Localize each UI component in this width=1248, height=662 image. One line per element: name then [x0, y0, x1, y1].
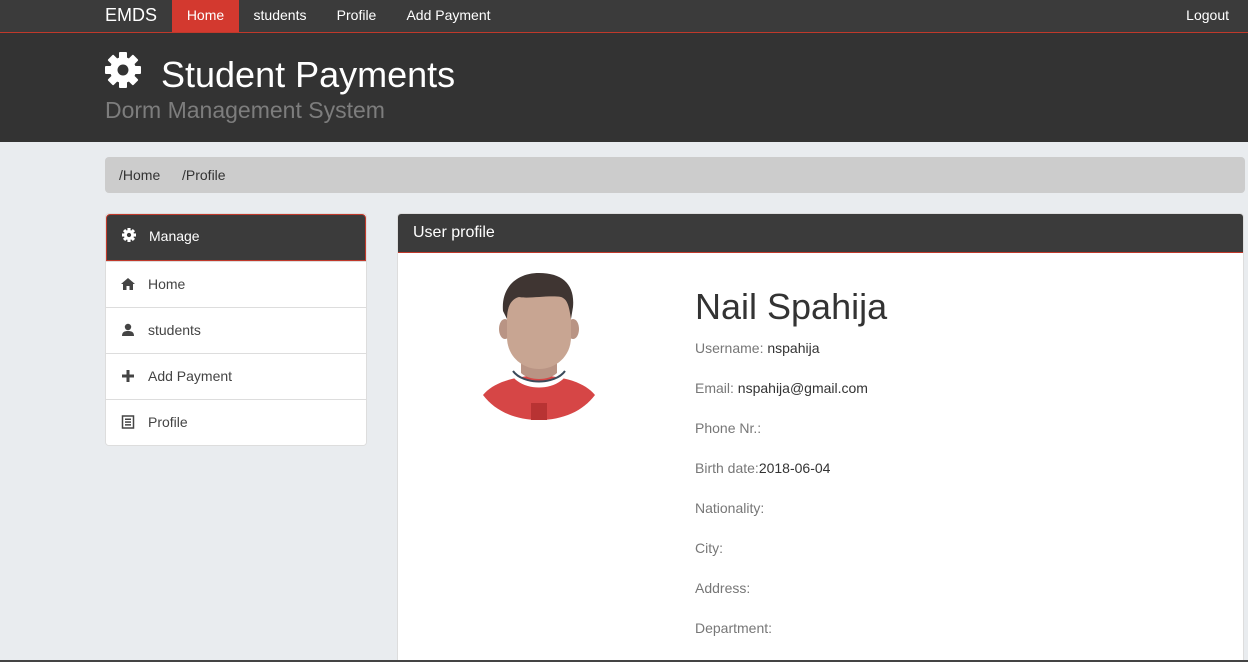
- field-label: City:: [695, 540, 723, 556]
- sidebar-item-students[interactable]: students: [106, 307, 366, 353]
- field-label: Department:: [695, 620, 773, 636]
- field-nationality: Nationality:: [695, 499, 764, 517]
- field-value: 2018-06-04: [758, 460, 831, 476]
- page-subtitle: Dorm Management System: [105, 97, 385, 123]
- sidebar-item-label: students: [148, 322, 201, 338]
- sidebar-item-home[interactable]: Home: [106, 261, 366, 307]
- nav-students[interactable]: students: [239, 0, 321, 32]
- field-address: Address:: [695, 579, 750, 597]
- field-value: nspahija: [767, 340, 820, 356]
- sidebar-item-label: Add Payment: [148, 368, 233, 384]
- sidebar: Manage Home students Add Payment Profile: [105, 213, 367, 446]
- page-title: Student Payments: [161, 54, 456, 95]
- field-username: Username: nspahija: [695, 339, 820, 357]
- gear-icon: [122, 228, 136, 242]
- breadcrumb-home[interactable]: /Home: [119, 157, 160, 193]
- sidebar-item-label: Profile: [148, 414, 188, 430]
- brand-link[interactable]: EMDS: [105, 0, 157, 32]
- field-value: nspahija@gmail.com: [737, 380, 868, 396]
- breadcrumb: /Home /Profile: [105, 157, 1245, 193]
- nav-add-payment[interactable]: Add Payment: [392, 0, 505, 32]
- page-header: Student Payments Dorm Management System: [0, 33, 1248, 142]
- nav-home[interactable]: Home: [172, 0, 239, 32]
- nav-profile[interactable]: Profile: [321, 0, 392, 32]
- list-icon: [121, 415, 135, 429]
- field-label: Address:: [695, 580, 751, 596]
- sidebar-item-profile[interactable]: Profile: [106, 399, 366, 445]
- user-profile-panel: User profile Nail Spahija Username: nspa…: [397, 213, 1244, 662]
- field-city: City:: [695, 539, 723, 557]
- sidebar-heading: Manage: [106, 214, 366, 261]
- field-label: Email:: [695, 380, 738, 396]
- sidebar-item-label: Home: [148, 276, 186, 292]
- breadcrumb-profile[interactable]: /Profile: [182, 157, 226, 193]
- avatar: [483, 271, 595, 421]
- plus-icon: [121, 369, 135, 383]
- home-icon: [121, 277, 135, 291]
- logout-link[interactable]: Logout: [1186, 0, 1229, 32]
- sidebar-heading-label: Manage: [149, 228, 200, 244]
- profile-name: Nail Spahija: [695, 286, 888, 327]
- user-icon: [121, 323, 135, 337]
- sidebar-item-add-payment[interactable]: Add Payment: [106, 353, 366, 399]
- field-department: Department:: [695, 619, 772, 637]
- top-navbar: EMDS Home students Profile Add Payment L…: [0, 0, 1248, 33]
- field-label: Nationality:: [695, 500, 765, 516]
- field-label: Username:: [695, 340, 768, 356]
- gear-icon: [105, 52, 141, 88]
- panel-title: User profile: [413, 224, 495, 241]
- panel-heading: User profile: [398, 214, 1243, 253]
- field-label: Phone Nr.:: [695, 420, 762, 436]
- field-phone: Phone Nr.:: [695, 419, 761, 437]
- field-birth-date: Birth date:2018-06-04: [695, 459, 830, 477]
- field-email: Email: nspahija@gmail.com: [695, 379, 868, 397]
- field-label: Birth date:: [695, 460, 759, 476]
